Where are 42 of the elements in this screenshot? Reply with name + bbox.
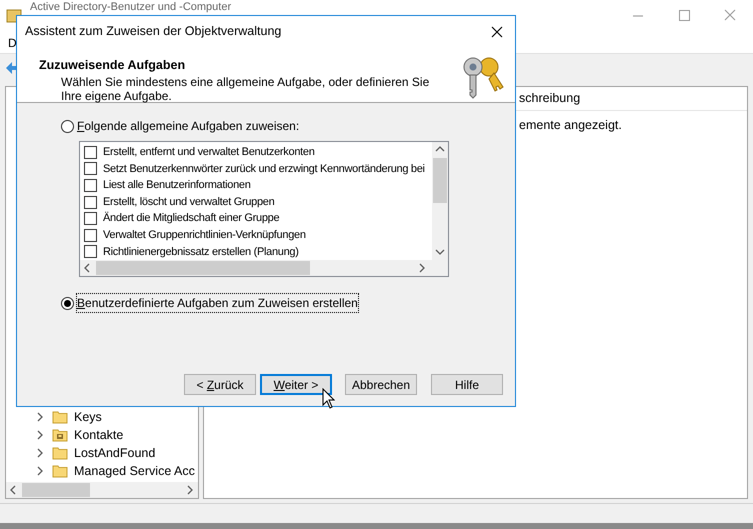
checkbox[interactable] — [84, 178, 97, 192]
radio-button[interactable] — [61, 296, 74, 310]
wizard-button[interactable]: < Zurück — [184, 374, 256, 395]
wizard-button[interactable]: Hilfe — [431, 374, 503, 395]
checkbox[interactable] — [84, 196, 97, 209]
task-label[interactable]: Erstellt, löscht und verwaltet Gruppen — [103, 194, 274, 210]
checkbox[interactable] — [84, 162, 97, 176]
radio-button[interactable] — [61, 120, 74, 132]
horizontal-scrollbar[interactable] — [6, 482, 198, 498]
menu-item[interactable]: D — [8, 34, 17, 52]
task-label[interactable]: Erstellt, entfernt und verwaltet Benutzerkonten — [103, 144, 315, 161]
page-heading: Zuzuweisende Aufgaben — [39, 57, 186, 74]
task-label[interactable]: Richtlinienergebnissatz erstellen (Planung) — [103, 244, 299, 260]
option-label[interactable]: Benutzerdefinierte Aufgaben zum Zuweisen erstellen — [77, 294, 358, 312]
task-label[interactable]: Setzt Benutzerkennwörter zurück und erzwingt Kennwortänderung bei — [103, 160, 425, 178]
column-header[interactable]: schreibung — [519, 89, 580, 108]
vertical-scrollbar[interactable] — [432, 142, 448, 260]
checkbox[interactable] — [84, 146, 97, 159]
task-label[interactable]: Ändert die Mitgliedschaft einer Gruppe — [103, 210, 280, 227]
folder-icon — [52, 410, 68, 424]
window-title: Active Directory-Benutzer und -Computer — [30, 1, 232, 13]
checkbox[interactable] — [84, 245, 97, 258]
tree-item[interactable]: Keys — [74, 408, 102, 426]
close-icon[interactable] — [491, 26, 503, 38]
folder-icon — [52, 464, 68, 478]
task-label[interactable]: Liest alle Benutzerinformationen — [103, 177, 251, 194]
tree-item[interactable]: Kontakte — [74, 426, 124, 444]
page-description: Wählen Sie mindestens eine allgemeine Aufgabe, oder definieren Sie Ihre eigene Aufgabe. — [60, 74, 430, 103]
tree-item[interactable]: Managed Service Acc — [74, 462, 195, 480]
tree-item[interactable]: LostAndFound — [74, 444, 156, 462]
contact-folder-icon — [52, 428, 68, 442]
mouse-cursor-icon — [322, 388, 335, 409]
dialog-title: Assistent zum Zuweisen der Objektverwaltung — [25, 23, 282, 40]
wizard-button[interactable]: Abbrechen — [345, 374, 417, 395]
option-label[interactable]: Folgende allgemeine Aufgaben zuweisen: — [77, 117, 300, 135]
horizontal-scrollbar[interactable] — [80, 260, 448, 276]
task-label[interactable]: Verwaltet Gruppenrichtlinien-Verknüpfungen — [103, 226, 306, 244]
folder-icon — [52, 446, 68, 460]
checkbox[interactable] — [84, 212, 97, 226]
wizard-button[interactable]: Weiter > — [260, 374, 332, 395]
checkbox[interactable] — [84, 228, 97, 242]
empty-message: emente angezeigt. — [519, 118, 622, 132]
